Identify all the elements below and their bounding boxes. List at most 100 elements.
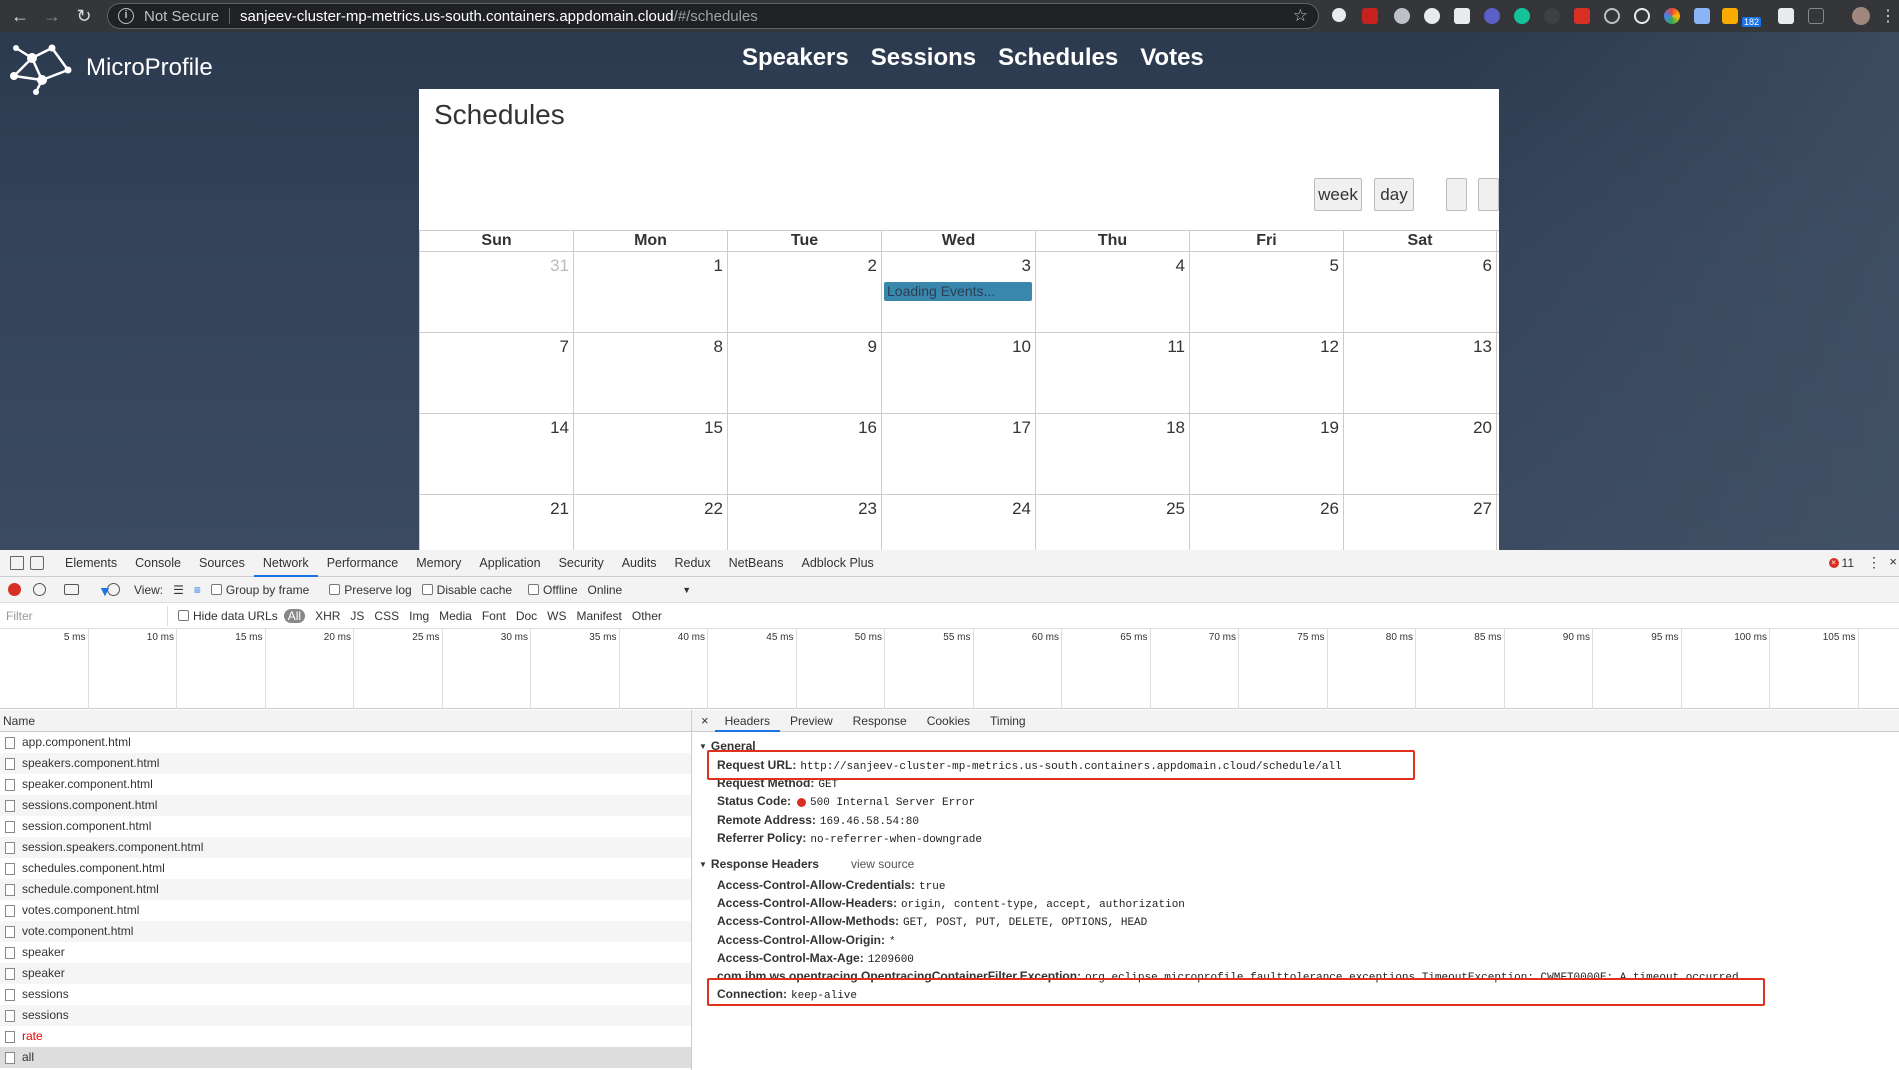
- tab-headers[interactable]: Headers: [714, 710, 780, 732]
- request-row[interactable]: vote.component.html: [0, 921, 691, 942]
- calendar-day[interactable]: 25: [1035, 495, 1189, 550]
- tab-security[interactable]: Security: [550, 550, 613, 577]
- calendar-day[interactable]: 24: [881, 495, 1035, 550]
- calendar-day[interactable]: 15: [573, 414, 727, 494]
- calendar-day[interactable]: 12: [1189, 333, 1343, 413]
- calendar-day[interactable]: 6: [1343, 252, 1497, 332]
- calendar-day[interactable]: 13: [1343, 333, 1497, 413]
- extension-b-icon[interactable]: [1484, 8, 1500, 24]
- address-bar[interactable]: i Not Secure sanjeev-cluster-mp-metrics.…: [107, 3, 1319, 29]
- filter-css[interactable]: CSS: [374, 609, 399, 623]
- reload-icon[interactable]: ↻: [72, 4, 96, 28]
- capture-screenshots-icon[interactable]: [64, 584, 79, 595]
- close-icon[interactable]: ×: [701, 713, 709, 728]
- extension-circle-icon[interactable]: [1424, 8, 1440, 24]
- calendar-day[interactable]: 19: [1189, 414, 1343, 494]
- group-by-frame-checkbox[interactable]: Group by frame: [210, 583, 309, 597]
- extension-react-icon[interactable]: [1604, 8, 1620, 24]
- calendar-day[interactable]: 20: [1343, 414, 1497, 494]
- calendar-day[interactable]: 17: [881, 414, 1035, 494]
- calendar-day[interactable]: 11: [1035, 333, 1189, 413]
- preserve-log-checkbox[interactable]: Preserve log: [329, 583, 412, 597]
- request-row[interactable]: sessions: [0, 984, 691, 1005]
- disable-cache-checkbox[interactable]: Disable cache: [421, 583, 512, 597]
- calendar-day[interactable]: 2: [727, 252, 881, 332]
- calendar-day[interactable]: 21: [419, 495, 573, 550]
- name-column-header[interactable]: Name: [0, 710, 692, 732]
- extension-cube-icon[interactable]: [1454, 8, 1470, 24]
- request-row[interactable]: sessions.component.html: [0, 795, 691, 816]
- tab-application[interactable]: Application: [470, 550, 549, 577]
- request-row[interactable]: speaker.component.html: [0, 774, 691, 795]
- calendar-day[interactable]: 22: [573, 495, 727, 550]
- avatar[interactable]: [1852, 7, 1870, 25]
- day-button[interactable]: day: [1374, 178, 1414, 211]
- tab-console[interactable]: Console: [126, 550, 190, 577]
- request-row[interactable]: votes.component.html: [0, 900, 691, 921]
- extension-abp-icon[interactable]: [1574, 8, 1590, 24]
- tab-cookies[interactable]: Cookies: [917, 710, 980, 732]
- calendar-day[interactable]: 7: [419, 333, 573, 413]
- menu-icon[interactable]: ⋮: [1880, 6, 1896, 26]
- request-row[interactable]: schedule.component.html: [0, 879, 691, 900]
- tab-elements[interactable]: Elements: [56, 550, 126, 577]
- throttling-select[interactable]: Online ▼: [588, 583, 692, 597]
- next-button[interactable]: [1478, 178, 1499, 211]
- filter-icon[interactable]: ▼: [98, 583, 112, 599]
- calendar-day[interactable]: 18: [1035, 414, 1189, 494]
- clear-icon[interactable]: [33, 583, 46, 596]
- extension-g-icon[interactable]: [1778, 8, 1794, 24]
- calendar-day[interactable]: 3 Loading Events...: [881, 252, 1035, 332]
- response-headers-section-header[interactable]: ▼ Response Headers view source: [699, 857, 914, 871]
- tab-performance[interactable]: Performance: [318, 550, 408, 577]
- request-row[interactable]: speaker: [0, 963, 691, 984]
- calendar-day[interactable]: 14: [419, 414, 573, 494]
- request-row[interactable]: speaker: [0, 942, 691, 963]
- filter-xhr[interactable]: XHR: [315, 609, 340, 623]
- tab-sources[interactable]: Sources: [190, 550, 254, 577]
- filter-media[interactable]: Media: [439, 609, 472, 623]
- filter-img[interactable]: Img: [409, 609, 429, 623]
- calendar-day[interactable]: 5: [1189, 252, 1343, 332]
- bookmark-star-icon[interactable]: ☆: [1293, 6, 1308, 26]
- calendar-day[interactable]: 9: [727, 333, 881, 413]
- inspect-icon[interactable]: [10, 556, 24, 570]
- calendar-day[interactable]: 16: [727, 414, 881, 494]
- error-counter[interactable]: × 11: [1828, 556, 1854, 570]
- extension-color-icon[interactable]: [1664, 8, 1680, 24]
- record-icon[interactable]: [8, 583, 21, 596]
- tab-network[interactable]: Network: [253, 550, 318, 577]
- filter-all[interactable]: All: [283, 608, 306, 623]
- network-overview[interactable]: 5 ms 10 ms 15 ms 20 ms 25 ms 30 ms 35 ms 40 ms 4…: [0, 629, 1899, 709]
- extension-grammarly-icon[interactable]: [1514, 8, 1530, 24]
- site-logo[interactable]: MicroProfile: [6, 40, 213, 96]
- large-rows-icon[interactable]: ☰: [173, 583, 184, 597]
- back-icon[interactable]: ←: [8, 4, 32, 28]
- tab-preview[interactable]: Preview: [780, 710, 843, 732]
- tab-adblock-plus[interactable]: Adblock Plus: [793, 550, 883, 577]
- request-row[interactable]: speakers.component.html: [0, 753, 691, 774]
- tab-memory[interactable]: Memory: [407, 550, 470, 577]
- request-row[interactable]: schedules.component.html: [0, 858, 691, 879]
- calendar-day[interactable]: 27: [1343, 495, 1497, 550]
- calendar-day[interactable]: 26: [1189, 495, 1343, 550]
- device-toolbar-icon[interactable]: [30, 556, 44, 570]
- view-source-link[interactable]: view source: [851, 857, 914, 871]
- request-row[interactable]: rate: [0, 1026, 691, 1047]
- forward-icon[interactable]: →: [40, 4, 64, 28]
- close-devtools-icon[interactable]: ×: [1889, 554, 1897, 569]
- extension-target-icon[interactable]: [1634, 8, 1650, 24]
- extension-shield-icon[interactable]: [1332, 8, 1346, 22]
- info-icon[interactable]: i: [118, 8, 134, 24]
- hide-data-urls-checkbox[interactable]: Hide data URLs: [178, 609, 278, 623]
- extension-dark-icon[interactable]: [1544, 8, 1560, 24]
- nav-sessions[interactable]: Sessions: [871, 44, 976, 72]
- calendar-day[interactable]: 31: [419, 252, 573, 332]
- request-row[interactable]: app.component.html: [0, 732, 691, 753]
- request-row[interactable]: sessions: [0, 1005, 691, 1026]
- nav-speakers[interactable]: Speakers: [742, 44, 849, 72]
- calendar-day[interactable]: 10: [881, 333, 1035, 413]
- extension-bracket-icon[interactable]: [1808, 8, 1824, 24]
- calendar-day[interactable]: 23: [727, 495, 881, 550]
- tab-timing[interactable]: Timing: [980, 710, 1036, 732]
